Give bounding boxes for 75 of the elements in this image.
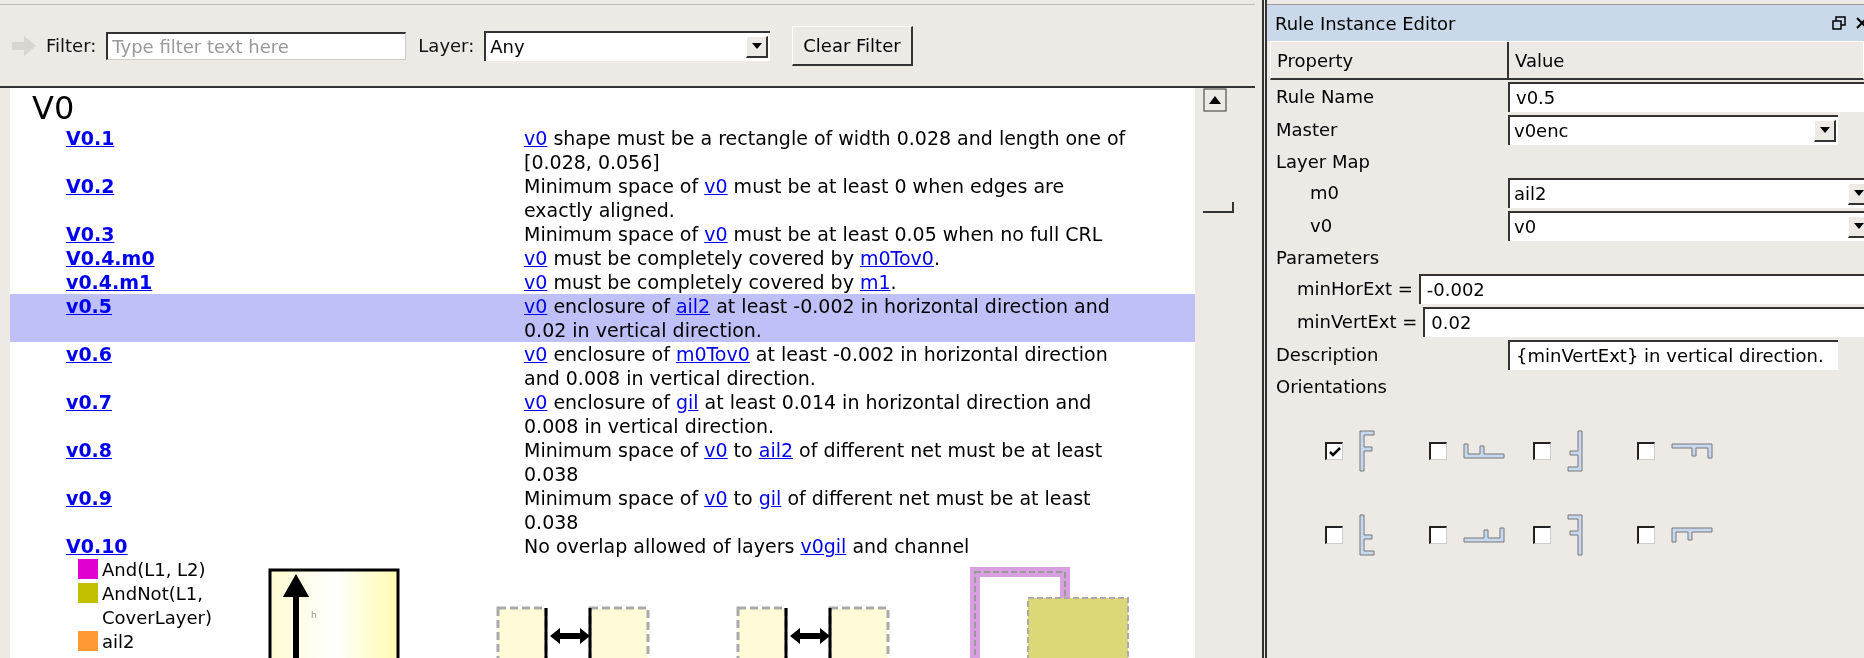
legend-label: AndNot(L1, CoverLayer): [102, 582, 213, 630]
section-title: V0: [31, 88, 76, 126]
dropdown[interactable]: v0enc: [1508, 114, 1838, 145]
rule-description: Minimum space of v0 must be at least 0 when edges are exactly aligned.: [524, 174, 1066, 222]
layer-link[interactable]: m0Tov0: [675, 343, 750, 365]
dropdown[interactable]: Any: [484, 30, 771, 61]
property-label: Description: [1275, 344, 1380, 365]
layer-link[interactable]: m0Tov0: [859, 247, 934, 269]
dropdown[interactable]: v0: [1508, 210, 1864, 241]
rule-link[interactable]: v0.7: [66, 391, 113, 413]
layer-link[interactable]: v0: [524, 343, 548, 365]
parameter-field[interactable]: -0.002: [1418, 273, 1864, 304]
property-label: Master: [1275, 119, 1339, 140]
value-field[interactable]: {minVertExt} in vertical direction.: [1508, 339, 1838, 370]
layer-link[interactable]: v0: [704, 487, 728, 509]
rule-link[interactable]: V0.2: [66, 175, 115, 197]
rule-row[interactable]: V0.10 No overlap allowed of layers v0gil and channel: [10, 534, 1195, 558]
property-label: v0: [1309, 215, 1334, 236]
rule-link[interactable]: V0.4.m0: [66, 247, 155, 269]
rule-description: v0 enclosure of gil at least 0.014 in horizontal direction and 0.008 in vertical direction.: [524, 390, 1093, 438]
layer-link[interactable]: v0: [524, 271, 548, 293]
layer-link[interactable]: gil: [758, 487, 782, 509]
dimension-label: h: [311, 610, 317, 620]
legend-label: And(L1, L2): [102, 558, 206, 582]
panel-title: Rule Instance Editor: [1275, 12, 1457, 34]
rule-link[interactable]: v0.4.m1: [66, 271, 153, 293]
layer-link[interactable]: v0: [524, 391, 548, 413]
filter-field[interactable]: Type filter text here: [106, 31, 407, 60]
group-label: Parameters: [1275, 245, 1381, 270]
rule-row[interactable]: V0.2 Minimum space of v0 must be at least 0 when edges are exactly aligned.: [10, 174, 1195, 222]
rule-description: Minimum space of v0 must be at least 0.05 when no full CRL: [524, 222, 1104, 246]
group-label: Orientations: [1275, 374, 1388, 399]
layer-link[interactable]: v0: [524, 295, 548, 317]
layer-link[interactable]: v0: [704, 175, 728, 197]
layer-link[interactable]: ail2: [675, 295, 711, 317]
rule-description: No overlap allowed of layers v0gil and channel: [524, 534, 971, 558]
rule-description: v0 enclosure of m0Tov0 at least -0.002 in horizontal direction and 0.008 in vertical direction.: [524, 342, 1109, 390]
dropdown[interactable]: ail2: [1508, 177, 1864, 208]
rule-link[interactable]: v0.5: [66, 295, 113, 317]
rule-row[interactable]: V0.4.m0 v0 must be completely covered by m0Tov0.: [10, 246, 1195, 270]
rule-description: v0 enclosure of ail2 at least -0.002 in horizontal direction and 0.02 in vertical direction.: [524, 294, 1111, 342]
rule-link[interactable]: v0.9: [66, 487, 113, 509]
rule-link[interactable]: V0.3: [66, 223, 115, 245]
layer-link[interactable]: v0: [704, 439, 728, 461]
layer-link[interactable]: gil: [675, 391, 699, 413]
layer-link[interactable]: v0gil: [800, 535, 847, 557]
value-field[interactable]: v0.5: [1508, 81, 1864, 112]
rule-description: v0 must be completely covered by m0Tov0.: [524, 246, 941, 270]
legend-label: ail2: [102, 630, 135, 654]
column-header[interactable]: Property: [1271, 42, 1509, 78]
layer-label: Layer:: [418, 35, 475, 56]
layer-link[interactable]: ail2: [758, 439, 794, 461]
column-header[interactable]: Value: [1509, 42, 1863, 78]
rule-row[interactable]: v0.6 v0 enclosure of m0Tov0 at least -0.002 in horizontal direction and 0.008 in vertical direction.: [10, 342, 1195, 390]
rule-row[interactable]: v0.4.m1 v0 must be completely covered by m1.: [10, 270, 1195, 294]
layer-link[interactable]: m1: [859, 271, 891, 293]
parameter-label: minHorExt =: [1297, 278, 1413, 299]
filter-label: Filter:: [46, 35, 97, 56]
layer-link[interactable]: v0: [524, 247, 548, 269]
rule-link[interactable]: v0.8: [66, 439, 113, 461]
rule-link[interactable]: v0.6: [66, 343, 113, 365]
rule-row[interactable]: v0.5 v0 enclosure of ail2 at least -0.002 in horizontal direction and 0.02 in vertical direction.: [10, 294, 1195, 342]
rule-link[interactable]: V0.1: [66, 127, 115, 149]
rule-link[interactable]: V0.10: [66, 535, 128, 557]
property-label: m0: [1309, 182, 1340, 203]
rule-row[interactable]: v0.7 v0 enclosure of gil at least 0.014 in horizontal direction and 0.008 in vertical direction.: [10, 390, 1195, 438]
group-label: Layer Map: [1275, 149, 1371, 174]
rule-description: v0 must be completely covered by m1.: [524, 270, 898, 294]
parameter-label: minVertExt =: [1297, 311, 1418, 332]
clear-filter-button[interactable]: Clear Filter: [792, 25, 913, 66]
parameter-field[interactable]: 0.02: [1423, 306, 1864, 337]
layer-link[interactable]: v0: [704, 223, 728, 245]
layer-link[interactable]: v0: [524, 127, 548, 149]
property-label: Rule Name: [1275, 86, 1375, 107]
rule-row[interactable]: V0.3 Minimum space of v0 must be at least 0.05 when no full CRL: [10, 222, 1195, 246]
